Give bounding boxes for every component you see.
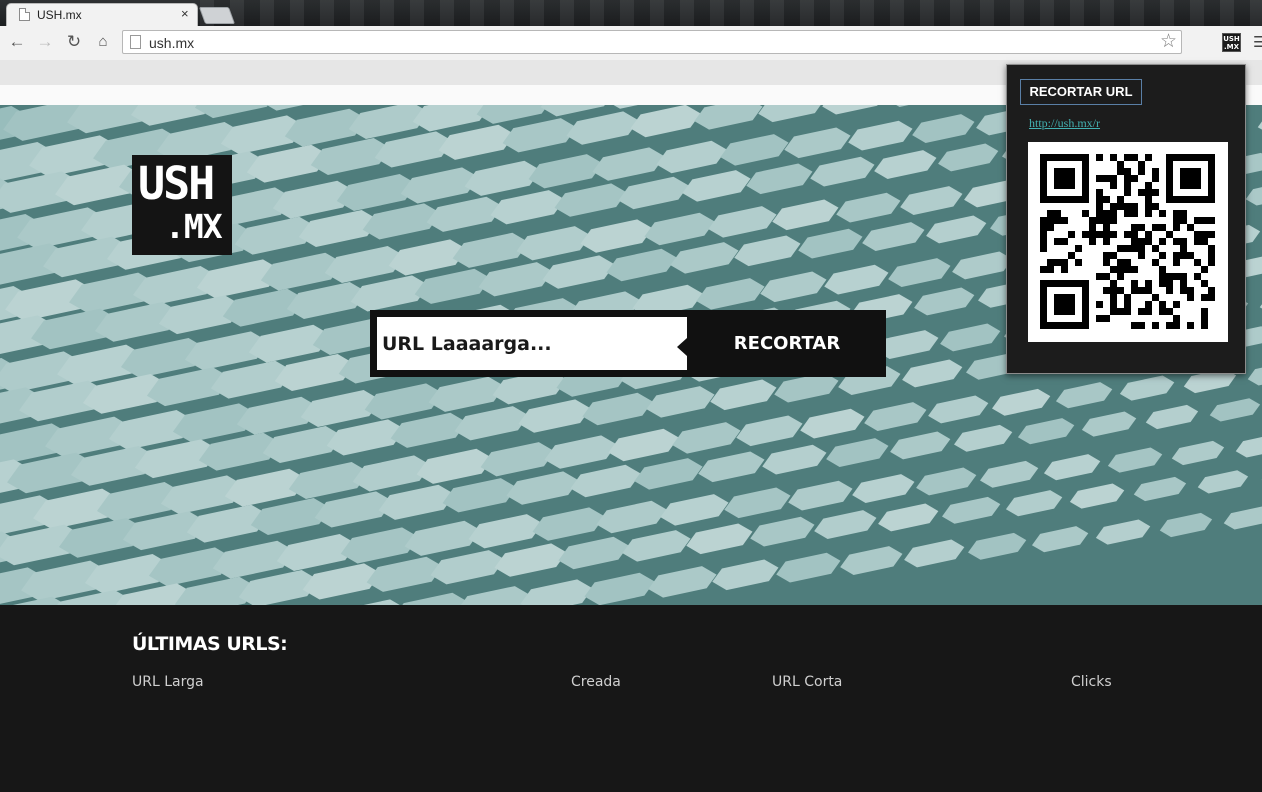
- page-icon: [130, 35, 141, 49]
- column-header-created: Creada: [571, 674, 621, 690]
- long-url-input[interactable]: [377, 317, 687, 370]
- address-bar[interactable]: ush.mx ☆: [122, 30, 1182, 54]
- short-url-link[interactable]: http://ush.mx/r: [1029, 116, 1100, 131]
- column-header-long-url: URL Larga: [132, 674, 204, 690]
- tab-ush[interactable]: USH.mx ×: [6, 3, 198, 26]
- page-icon: [19, 8, 30, 21]
- star-icon[interactable]: ☆: [1160, 31, 1177, 53]
- new-tab-button[interactable]: [198, 7, 236, 24]
- ush-extension-icon[interactable]: USH .MX: [1222, 33, 1241, 52]
- menu-icon[interactable]: ☰: [1253, 33, 1262, 51]
- reload-icon[interactable]: ↻: [64, 32, 84, 52]
- browser-toolbar: ← → ↻ ⌂ ush.mx ☆ USH .MX ☰: [0, 26, 1262, 60]
- back-arrow-icon[interactable]: ←: [7, 32, 27, 52]
- close-tab-icon[interactable]: ×: [181, 7, 189, 21]
- latest-urls-section: ÚLTIMAS URLS: URL Larga Creada URL Corta…: [0, 605, 1262, 792]
- column-header-clicks: Clicks: [1071, 674, 1112, 690]
- home-icon[interactable]: ⌂: [93, 32, 113, 52]
- extension-popup: RECORTAR URL http://ush.mx/r: [1006, 64, 1246, 374]
- logo-line2: .MX: [165, 207, 223, 246]
- column-header-short-url: URL Corta: [772, 674, 843, 690]
- latest-urls-heading: ÚLTIMAS URLS:: [132, 633, 288, 655]
- shorten-url-button[interactable]: RECORTAR URL: [1020, 79, 1142, 105]
- logo-line1: USH: [138, 157, 215, 210]
- site-logo[interactable]: USH .MX: [132, 155, 232, 255]
- shorten-button[interactable]: RECORTAR: [702, 317, 872, 370]
- address-text[interactable]: ush.mx: [149, 35, 194, 51]
- input-notch: [677, 338, 687, 356]
- tab-title: USH.mx: [37, 8, 82, 22]
- shorten-form: RECORTAR: [370, 310, 886, 377]
- browser-window: USH.mx × ← → ↻ ⌂ ush.mx ☆ USH .MX ☰ USH .…: [0, 0, 1262, 792]
- forward-arrow-icon[interactable]: →: [35, 32, 55, 52]
- qr-code-image: [1028, 142, 1228, 342]
